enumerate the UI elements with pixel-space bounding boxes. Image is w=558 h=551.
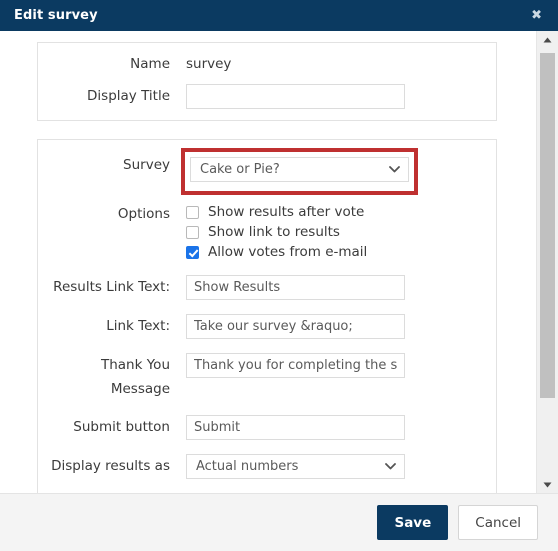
options-label: Options [117, 206, 170, 222]
checkbox-label: Allow votes from e-mail [208, 244, 368, 260]
results-link-text-control [186, 275, 496, 300]
checkbox-box-icon[interactable] [186, 206, 199, 219]
survey-select[interactable]: Cake or Pie? [190, 157, 409, 182]
form-row-display-title: Display Title [38, 84, 496, 109]
form-row-link-text: Link Text: [38, 314, 496, 339]
survey-label: Survey [123, 157, 170, 173]
modal-title: Edit survey [14, 8, 98, 23]
name-value: survey [186, 56, 232, 72]
checkbox-box-checked-icon[interactable] [186, 246, 199, 259]
form-row-submit-button: Submit button [38, 415, 496, 440]
save-button[interactable]: Save [377, 505, 449, 540]
display-results-as-label: Display results as [51, 458, 170, 474]
checkbox-allow-votes-from-email[interactable]: Allow votes from e-mail [186, 244, 496, 261]
thank-you-message-control [186, 353, 496, 378]
thank-you-message-label: Thank You Message [100, 357, 170, 397]
display-title-input[interactable] [186, 84, 405, 109]
results-link-text-input[interactable] [186, 275, 405, 300]
vertical-scrollbar[interactable] [536, 31, 558, 493]
checkbox-show-results-after-vote[interactable]: Show results after vote [186, 204, 496, 221]
modal-body: Name survey Display Title Survey Cake or… [0, 31, 536, 493]
name-label: Name [130, 56, 170, 72]
form-row-options: Options Show results after vote Show lin… [38, 202, 496, 261]
checkbox-show-link-to-results[interactable]: Show link to results [186, 224, 496, 241]
link-text-label: Link Text: [106, 318, 170, 334]
modal-header: Edit survey ✖ [0, 0, 558, 31]
form-row-thank-you-message: Thank You Message [38, 353, 496, 401]
form-row-name: Name survey [38, 52, 496, 76]
checkbox-label: Show link to results [208, 224, 340, 240]
survey-select-wrap[interactable]: Cake or Pie? [190, 157, 409, 182]
submit-button-input[interactable] [186, 415, 405, 440]
modal-body-wrap: Name survey Display Title Survey Cake or… [0, 31, 558, 493]
survey-highlight-box: Cake or Pie? [181, 148, 418, 195]
form-row-display-results-as: Display results as Actual numbers [38, 454, 496, 483]
modal-footer: Save Cancel [0, 493, 558, 551]
display-results-as-select-wrap[interactable]: Actual numbers [186, 454, 405, 479]
checkbox-box-icon[interactable] [186, 226, 199, 239]
panel-general: Name survey Display Title [37, 42, 497, 121]
submit-button-control [186, 415, 496, 440]
cancel-button[interactable]: Cancel [458, 505, 538, 540]
edit-survey-modal: Edit survey ✖ Name survey Display Title [0, 0, 558, 551]
scroll-down-arrow-icon[interactable] [537, 476, 558, 493]
form-row-survey: Survey Cake or Pie? [38, 148, 496, 195]
results-link-text-label: Results Link Text: [53, 279, 170, 295]
scroll-up-arrow-icon[interactable] [537, 31, 558, 48]
form-row-results-link-text: Results Link Text: [38, 275, 496, 300]
thank-you-message-input[interactable] [186, 353, 405, 378]
panel-survey-settings: Survey Cake or Pie? Options Show results… [37, 139, 497, 493]
link-text-input[interactable] [186, 314, 405, 339]
display-title-label: Display Title [87, 88, 170, 104]
checkbox-label: Show results after vote [208, 204, 365, 220]
display-results-as-control: Actual numbers [186, 454, 496, 483]
scrollbar-thumb[interactable] [540, 53, 555, 398]
display-results-as-select[interactable]: Actual numbers [186, 454, 405, 479]
link-text-control [186, 314, 496, 339]
close-icon[interactable]: ✖ [527, 7, 546, 24]
name-value-wrap: survey [186, 52, 496, 76]
survey-control: Cake or Pie? [181, 148, 496, 195]
display-title-control [186, 84, 496, 109]
options-checkbox-list: Show results after vote Show link to res… [186, 202, 496, 261]
submit-button-label: Submit button [73, 419, 170, 435]
